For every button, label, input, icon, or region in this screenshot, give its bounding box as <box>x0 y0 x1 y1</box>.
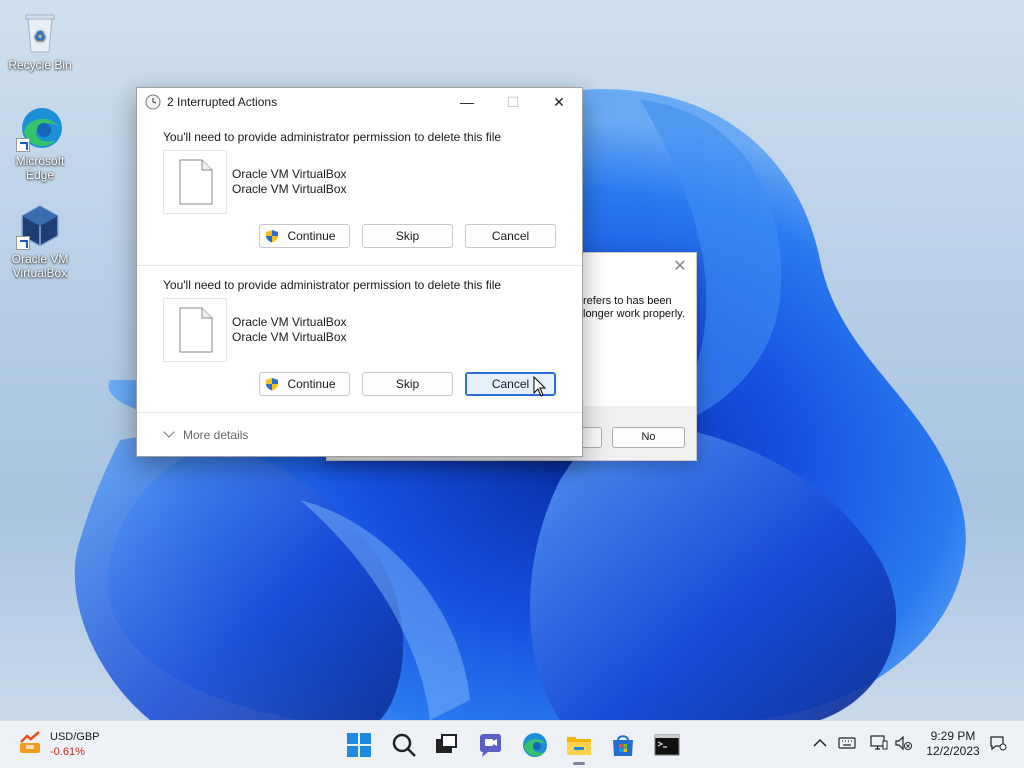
shortcut-arrow-icon <box>16 138 30 152</box>
close-icon: ✕ <box>553 94 565 110</box>
desktop-icon-label: Microsoft Edge <box>15 154 65 182</box>
file-type: Oracle VM VirtualBox <box>232 330 347 344</box>
action-message: You'll need to provide administrator per… <box>163 278 502 292</box>
file-icon <box>179 307 213 353</box>
edge-icon <box>523 733 547 757</box>
widget-value: -0.61% <box>50 746 85 758</box>
file-thumbnail <box>163 298 227 362</box>
mouse-cursor-icon <box>533 376 547 397</box>
network-icon <box>870 735 888 750</box>
message-line: longer work properly. <box>583 308 685 320</box>
file-explorer-icon <box>567 737 591 755</box>
recycle-bin-icon: ♻ <box>16 8 64 56</box>
continue-label: Continue <box>287 229 336 243</box>
desktop-icon-virtualbox[interactable]: Oracle VM VirtualBox <box>2 202 78 280</box>
volume-button[interactable] <box>893 733 913 753</box>
file-thumbnail <box>163 150 227 214</box>
widgets-button[interactable]: USD/GBP -0.61% <box>16 729 100 760</box>
uac-shield-icon <box>266 230 278 243</box>
chevron-down-icon <box>163 426 175 438</box>
store-icon <box>613 735 633 756</box>
network-button[interactable] <box>869 733 889 753</box>
widget-title: USD/GBP <box>50 731 100 743</box>
shortcut-arrow-icon <box>16 236 30 250</box>
keyboard-button[interactable] <box>837 733 857 753</box>
virtualbox-icon <box>16 202 64 250</box>
minimize-button[interactable]: — <box>444 88 490 116</box>
interrupted-action: You'll need to provide administrator per… <box>137 278 582 408</box>
background-dialog-message: refers to has been longer work properly. <box>583 295 695 321</box>
close-icon[interactable]: ✕ <box>672 259 688 275</box>
terminal-icon <box>654 734 680 756</box>
task-view-button[interactable] <box>432 731 460 759</box>
message-line: refers to has been <box>583 295 672 307</box>
volume-muted-icon <box>895 735 912 751</box>
no-button[interactable]: No <box>612 427 685 448</box>
clock[interactable]: 9:29 PM 12/2/2023 <box>918 729 988 759</box>
chevron-up-icon <box>813 738 827 747</box>
search-button[interactable] <box>390 731 418 759</box>
terminal-button[interactable] <box>653 731 681 759</box>
continue-label: Continue <box>287 377 336 391</box>
file-type: Oracle VM VirtualBox <box>232 182 347 196</box>
divider <box>137 412 582 413</box>
cancel-button[interactable]: Cancel <box>465 224 556 248</box>
task-view-icon <box>436 734 457 753</box>
notification-icon <box>990 736 1007 751</box>
file-explorer-button[interactable] <box>565 731 593 765</box>
skip-button[interactable]: Skip <box>362 372 453 396</box>
store-button[interactable] <box>609 731 637 759</box>
chat-button[interactable] <box>476 731 504 759</box>
uac-shield-icon <box>266 378 278 391</box>
maximize-button: ☐ <box>490 88 536 116</box>
file-name: Oracle VM VirtualBox <box>232 315 347 329</box>
file-name: Oracle VM VirtualBox <box>232 167 347 181</box>
clock-icon <box>145 94 161 110</box>
edge-button[interactable] <box>521 731 549 759</box>
chat-icon <box>480 734 501 757</box>
search-icon <box>392 733 416 757</box>
start-icon <box>347 733 371 757</box>
clock-date: 12/2/2023 <box>926 744 980 758</box>
more-details-toggle[interactable]: More details <box>163 426 249 442</box>
show-hidden-icons-button[interactable] <box>810 733 830 753</box>
notifications-button[interactable] <box>988 733 1008 753</box>
maximize-icon: ☐ <box>506 94 520 110</box>
close-button[interactable]: ✕ <box>536 88 582 116</box>
desktop-icon-edge[interactable]: Microsoft Edge <box>2 104 78 182</box>
skip-button[interactable]: Skip <box>362 224 453 248</box>
edge-icon <box>16 104 64 152</box>
taskbar: USD/GBP -0.61% 9:29 PM 12/2/2023 <box>0 720 1024 768</box>
continue-button[interactable]: Continue <box>259 372 350 396</box>
start-button[interactable] <box>345 731 373 759</box>
minimize-icon: — <box>460 94 474 110</box>
action-message: You'll need to provide administrator per… <box>163 130 502 144</box>
desktop-icon-recycle-bin[interactable]: ♻ Recycle Bin <box>2 8 78 72</box>
clock-time: 9:29 PM <box>930 729 976 743</box>
file-icon <box>179 159 213 205</box>
title-bar: 2 Interrupted Actions — ☐ ✕ <box>137 88 582 116</box>
stock-chart-icon <box>20 731 40 753</box>
desktop-icon-label: Oracle VM VirtualBox <box>11 252 69 280</box>
svg-text:♻: ♻ <box>34 29 47 45</box>
desktop-icon-label: Recycle Bin <box>8 58 72 72</box>
more-details-label: More details <box>183 428 249 442</box>
interrupted-action: You'll need to provide administrator per… <box>137 130 582 260</box>
window-title: 2 Interrupted Actions <box>167 95 278 109</box>
interrupted-actions-dialog: 2 Interrupted Actions — ☐ ✕ You'll need … <box>136 87 583 457</box>
divider <box>137 265 582 266</box>
continue-button[interactable]: Continue <box>259 224 350 248</box>
keyboard-icon <box>838 737 856 749</box>
